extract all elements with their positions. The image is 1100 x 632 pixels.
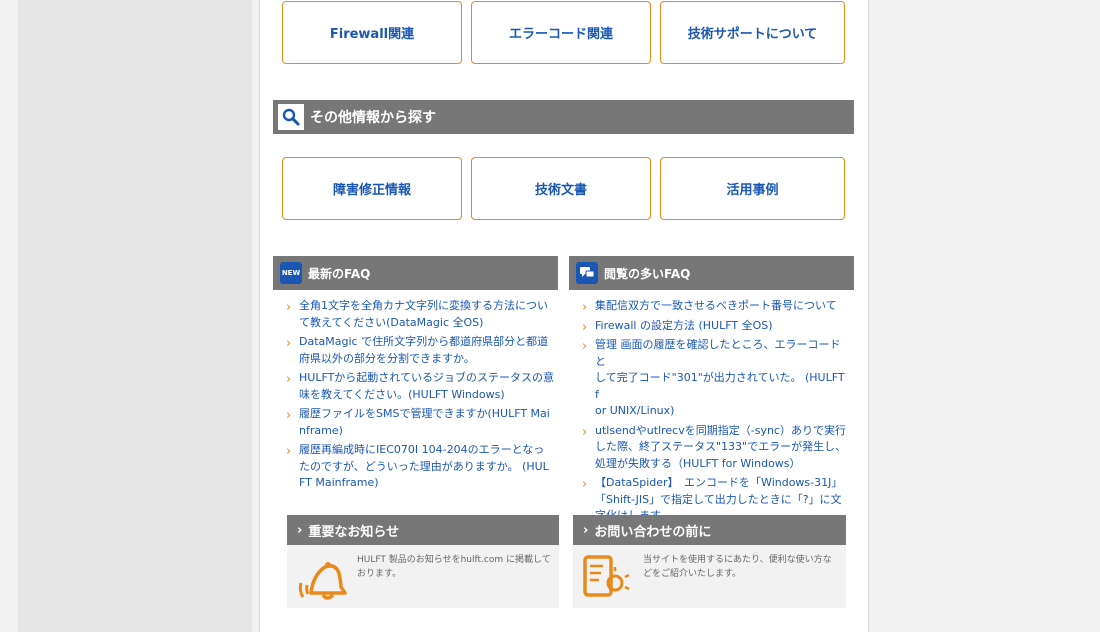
chevron-right-icon: ›: [286, 372, 292, 387]
tech-docs-button[interactable]: 技術文書: [471, 157, 651, 220]
use-cases-button[interactable]: 活用事例: [660, 157, 845, 220]
before-contact-box[interactable]: › お問い合わせの前に 当サイトを使用するにあたり、便利な使い方などをご紹介いた…: [573, 515, 846, 608]
chevron-right-icon: ›: [286, 336, 292, 351]
faq-link[interactable]: Firewall の設定方法 (HULFT 全OS): [595, 319, 773, 332]
chevron-right-icon: ›: [582, 424, 588, 440]
faq-link[interactable]: 集配信双方で一致させるべきポート番号について: [595, 299, 837, 312]
important-notice-body: HULFT 製品のお知らせをhulft.com に掲載しております。: [287, 545, 559, 607]
before-contact-header[interactable]: › お問い合わせの前に: [573, 515, 846, 545]
faq-link[interactable]: 全角1文字を全角カナ文字列に変換する方法につい て教えてください(DataMagi…: [299, 299, 548, 329]
chevron-right-icon: ›: [286, 444, 292, 459]
other-info-title: その他情報から探す: [310, 110, 436, 126]
error-code-button[interactable]: エラーコード関連: [471, 1, 651, 64]
search-icon: [278, 104, 304, 130]
latest-faq-title: 最新のFAQ: [308, 266, 371, 281]
list-item[interactable]: › 履歴ファイルをSMSで管理できますか(HULFT Mai nframe): [285, 406, 555, 439]
popular-faq-header: 閲覧の多いFAQ: [569, 256, 854, 290]
popular-faq-title: 閲覧の多いFAQ: [604, 266, 691, 281]
important-notice-header[interactable]: › 重要なお知らせ: [287, 515, 559, 545]
chevron-right-icon: ›: [286, 408, 292, 423]
left-sidebar-area: [18, 0, 252, 632]
chevron-right-icon: ›: [582, 339, 588, 354]
chevron-right-icon: ›: [583, 522, 589, 538]
firewall-button[interactable]: Firewall関連: [282, 1, 462, 64]
faq-link[interactable]: 管理 画面の履歴を確認したところ、エラーコードと して完了コード"301"が出力さ…: [595, 338, 845, 417]
faq-link[interactable]: DataMagic で住所文字列から都道府県部分と都道 府県以外の部分を分割できま…: [299, 335, 548, 365]
bell-icon: [295, 553, 347, 607]
list-item[interactable]: › Firewall の設定方法 (HULFT 全OS): [581, 318, 851, 335]
important-notice-title: 重要なお知らせ: [308, 524, 400, 540]
important-notice-box[interactable]: › 重要なお知らせ HULFT 製品のお知らせをhulft.com に掲載してお…: [287, 515, 559, 608]
list-item[interactable]: › 管理 画面の履歴を確認したところ、エラーコードと して完了コード"301"が出力…: [581, 337, 851, 420]
list-item[interactable]: › DataMagic で住所文字列から都道府県部分と都道 府県以外の部分を分割でき…: [285, 334, 555, 367]
list-item[interactable]: › HULFTから起動されているジョブのステータスの意 味を教えてください。(HUL…: [285, 370, 555, 403]
chevron-right-icon: ›: [286, 300, 292, 315]
chat-bubbles-icon: [576, 262, 598, 284]
chevron-right-icon: ›: [297, 522, 303, 538]
faq-link[interactable]: HULFTから起動されているジョブのステータスの意 味を教えてください。(HULF…: [299, 371, 554, 401]
chevron-right-icon: ›: [582, 300, 588, 315]
important-notice-text: HULFT 製品のお知らせをhulft.com に掲載しております。: [357, 555, 551, 579]
tech-support-button[interactable]: 技術サポートについて: [660, 1, 845, 64]
list-item[interactable]: › 履歴再編成時にIEC070I 104-204のエラーとなっ たのですが、どういっ…: [285, 442, 555, 492]
faq-link[interactable]: utlsendやutlrecvを同期指定（-sync）ありで実行 した際、終了ステ…: [595, 424, 846, 470]
before-contact-text: 当サイトを使用するにあたり、便利な使い方などをご紹介いたします。: [643, 555, 832, 579]
other-info-section-header: その他情報から探す: [273, 100, 854, 134]
chevron-right-icon: ›: [582, 477, 588, 492]
list-item[interactable]: › 集配信双方で一致させるべきポート番号について: [581, 298, 851, 315]
list-item[interactable]: › 全角1文字を全角カナ文字列に変換する方法につい て教えてください(DataMag…: [285, 298, 555, 331]
list-item[interactable]: › utlsendやutlrecvを同期指定（-sync）ありで実行 した際、終了ス…: [581, 423, 851, 473]
latest-faq-list: › 全角1文字を全角カナ文字列に変換する方法につい て教えてください(DataMag…: [285, 298, 555, 495]
before-contact-body: 当サイトを使用するにあたり、便利な使い方などをご紹介いたします。: [573, 545, 846, 607]
new-badge-icon: NEW: [280, 262, 302, 284]
popular-faq-list: › 集配信双方で一致させるべきポート番号について › Firewall の設定方法 …: [581, 298, 851, 528]
faq-link[interactable]: 履歴ファイルをSMSで管理できますか(HULFT Mai nframe): [299, 407, 550, 437]
before-contact-title: お問い合わせの前に: [594, 524, 712, 540]
bug-fix-info-button[interactable]: 障害修正情報: [282, 157, 462, 220]
document-bulb-icon: [581, 553, 633, 607]
latest-faq-header: NEW 最新のFAQ: [273, 256, 558, 290]
chevron-right-icon: ›: [582, 319, 588, 335]
faq-link[interactable]: 履歴再編成時にIEC070I 104-204のエラーとなっ たのですが、どういった…: [299, 443, 549, 489]
